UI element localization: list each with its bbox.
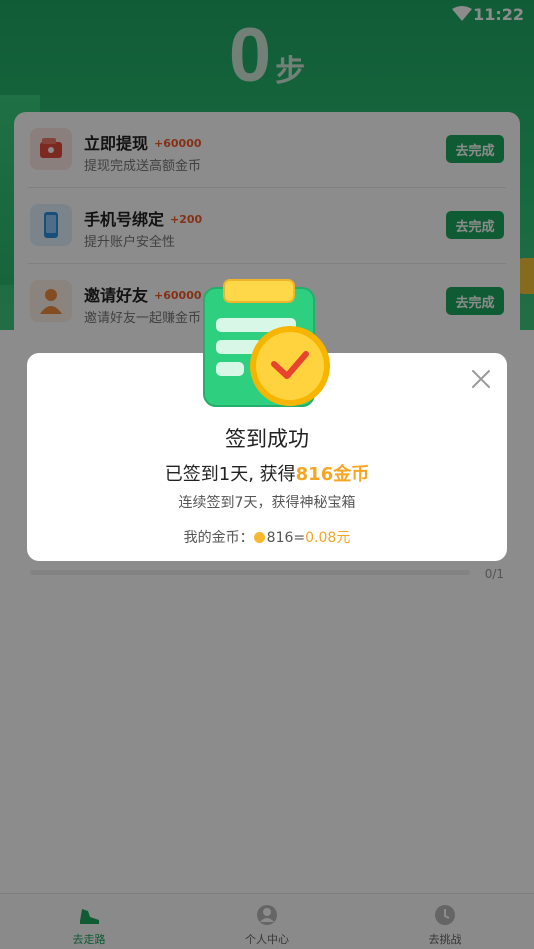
coins-equals: = (293, 530, 306, 546)
my-coins-line: 我的金币： 816=0.08元 (0, 527, 534, 547)
dialog-title: 签到成功 (225, 427, 309, 451)
coins-yuan-value: 0.08元 (305, 530, 351, 546)
coins-value: 816 (266, 530, 294, 546)
reward-prefix: 已签到1天, 获得 (164, 464, 296, 485)
dialog-subtitle: 连续签到7天，获得神秘宝箱 (178, 495, 356, 511)
checkin-clipboard-icon (203, 279, 330, 407)
dialog-reward-line: 已签到1天, 获得816金币 (0, 460, 534, 486)
coin-icon (253, 532, 265, 543)
close-icon[interactable] (470, 368, 492, 390)
coins-label: 我的金币： (183, 530, 254, 546)
reward-amount: 816金币 (295, 464, 370, 485)
